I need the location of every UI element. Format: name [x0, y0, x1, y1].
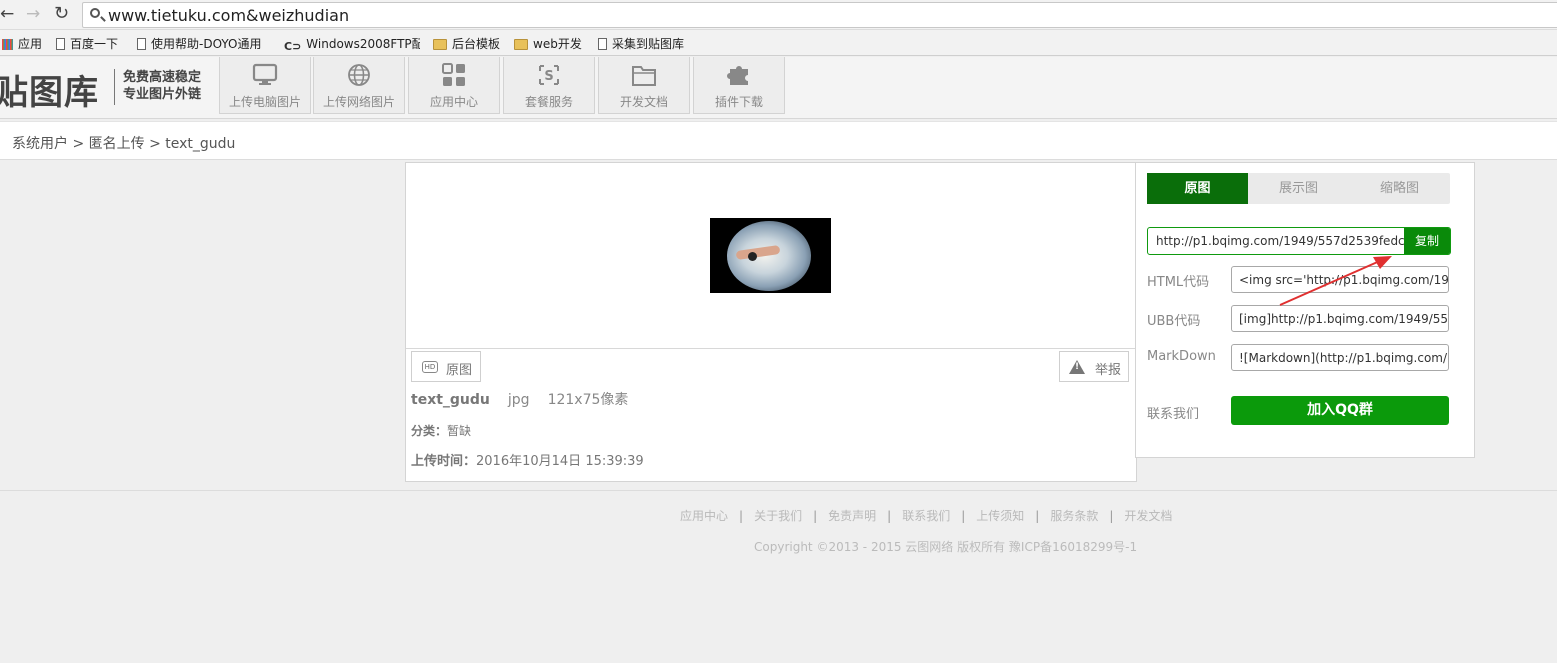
- image-preview-area: [406, 163, 1136, 349]
- breadcrumb-bar: 系统用户 > 匿名上传 > text_gudu: [0, 121, 1557, 160]
- site-logo[interactable]: 贴图库: [0, 65, 99, 114]
- ubb-code-label: UBB代码: [1147, 314, 1201, 329]
- footer-link-contact[interactable]: 联系我们: [902, 509, 950, 523]
- site-header: 贴图库 免费高速稳定 专业图片外链 上传电脑图片 上传网络图片 应用中心 S 套…: [0, 57, 1557, 119]
- puzzle-icon: [727, 66, 748, 85]
- contact-label: 联系我们: [1147, 407, 1200, 422]
- footer-link-dev-docs[interactable]: 开发文档: [1124, 509, 1172, 523]
- image-panel: HD 原图 举报 text_gudu jpg 121x75像素 分类：暂缺 上传时间…: [405, 162, 1137, 482]
- browser-toolbar: ← → ↻ www.tietuku.com&weizhudian: [0, 0, 1557, 30]
- footer-divider: [0, 490, 1557, 491]
- image-size: 121x75像素: [547, 392, 629, 408]
- direct-link-field[interactable]: http://p1.bqimg.com/1949/557d2539fedc45 …: [1147, 227, 1451, 255]
- folder-icon: [514, 39, 528, 50]
- apps-icon: [2, 39, 13, 50]
- folder-icon: [632, 66, 656, 86]
- annotation-arrow: [1279, 256, 1392, 306]
- svg-text:S: S: [544, 69, 553, 84]
- globe-icon: [348, 64, 370, 86]
- page-icon: [598, 38, 607, 50]
- footer-links: 应用中心 | 关于我们 | 免责声明 | 联系我们 | 上传须知 | 服务条款 | 开发文档: [680, 509, 1173, 523]
- image-preview[interactable]: [710, 218, 831, 293]
- nav-plugin-download[interactable]: 插件下载: [693, 57, 785, 114]
- bookmark-apps[interactable]: 应用: [2, 35, 42, 52]
- folder-icon: [433, 39, 447, 50]
- search-icon: [90, 8, 100, 18]
- image-format: jpg: [507, 392, 530, 408]
- footer-link-upload-notice[interactable]: 上传须知: [976, 509, 1024, 523]
- markdown-code-label: MarkDown: [1147, 349, 1216, 364]
- nav-app-center[interactable]: 应用中心: [408, 57, 500, 114]
- nav-upload-local[interactable]: 上传电脑图片: [219, 57, 311, 114]
- footer-link-about[interactable]: 关于我们: [754, 509, 802, 523]
- cc-icon: C⊃: [284, 40, 302, 53]
- dancer-head-shape: [748, 252, 757, 261]
- upload-time: 上传时间：2016年10月14日 15:39:39: [411, 454, 644, 469]
- original-image-button[interactable]: HD 原图: [411, 351, 481, 382]
- url-text[interactable]: www.tietuku.com&weizhudian: [108, 6, 349, 25]
- logo-divider: [114, 69, 115, 105]
- monitor-icon: [252, 63, 278, 85]
- image-name: text_gudu: [411, 392, 490, 408]
- back-arrow-icon[interactable]: ←: [0, 4, 14, 24]
- page-icon: [137, 38, 146, 50]
- image-meta: text_gudu jpg 121x75像素: [411, 389, 628, 409]
- join-qq-group-button[interactable]: 加入QQ群: [1231, 396, 1449, 425]
- nav-upload-web[interactable]: 上传网络图片: [313, 57, 405, 114]
- page-icon: [56, 38, 65, 50]
- nav-dev-docs[interactable]: 开发文档: [598, 57, 690, 114]
- report-button[interactable]: 举报: [1059, 351, 1129, 382]
- image-type-tabs: 原图 展示图 缩略图: [1147, 173, 1450, 204]
- image-category: 分类：暂缺: [411, 424, 472, 438]
- bookmarks-bar: 应用 百度一下 使用帮助-DOYO通用 C⊃ Windows2008FTP配 后台…: [0, 30, 1557, 56]
- address-bar[interactable]: www.tietuku.com&weizhudian: [82, 2, 1557, 28]
- warning-icon: [1069, 360, 1085, 374]
- package-icon: S: [539, 65, 559, 85]
- markdown-code-field[interactable]: ![Markdown](http://p1.bqimg.com/1: [1231, 344, 1449, 371]
- copy-button[interactable]: 复制: [1404, 228, 1450, 254]
- apps-grid-icon: [442, 63, 465, 86]
- hd-icon: HD: [422, 361, 438, 373]
- copyright: Copyright ©2013 - 2015 云图网络 版权所有 豫ICP备16…: [754, 540, 1138, 554]
- tab-thumbnail[interactable]: 缩略图: [1349, 173, 1450, 204]
- tab-display[interactable]: 展示图: [1248, 173, 1349, 204]
- footer-link-app-center[interactable]: 应用中心: [680, 509, 728, 523]
- bookmark-doyo-help[interactable]: 使用帮助-DOYO通用: [137, 35, 272, 52]
- bookmark-admin-templates[interactable]: 后台模板: [433, 35, 500, 52]
- direct-link-value[interactable]: http://p1.bqimg.com/1949/557d2539fedc45: [1156, 234, 1406, 248]
- site-slogan: 免费高速稳定 专业图片外链: [123, 70, 202, 102]
- breadcrumb[interactable]: 系统用户 > 匿名上传 > text_gudu: [12, 133, 235, 153]
- reload-icon[interactable]: ↻: [54, 4, 69, 24]
- html-code-label: HTML代码: [1147, 275, 1210, 290]
- footer-link-disclaimer[interactable]: 免责声明: [828, 509, 876, 523]
- bookmark-baidu[interactable]: 百度一下: [56, 35, 118, 52]
- tab-original[interactable]: 原图: [1147, 173, 1248, 204]
- bookmark-ftp[interactable]: C⊃ Windows2008FTP配: [284, 35, 420, 53]
- forward-arrow-icon[interactable]: →: [26, 4, 40, 24]
- footer-link-terms[interactable]: 服务条款: [1050, 509, 1098, 523]
- bookmark-web-dev[interactable]: web开发: [514, 35, 582, 52]
- bookmark-collect[interactable]: 采集到贴图库: [598, 35, 684, 52]
- nav-packages[interactable]: S 套餐服务: [503, 57, 595, 114]
